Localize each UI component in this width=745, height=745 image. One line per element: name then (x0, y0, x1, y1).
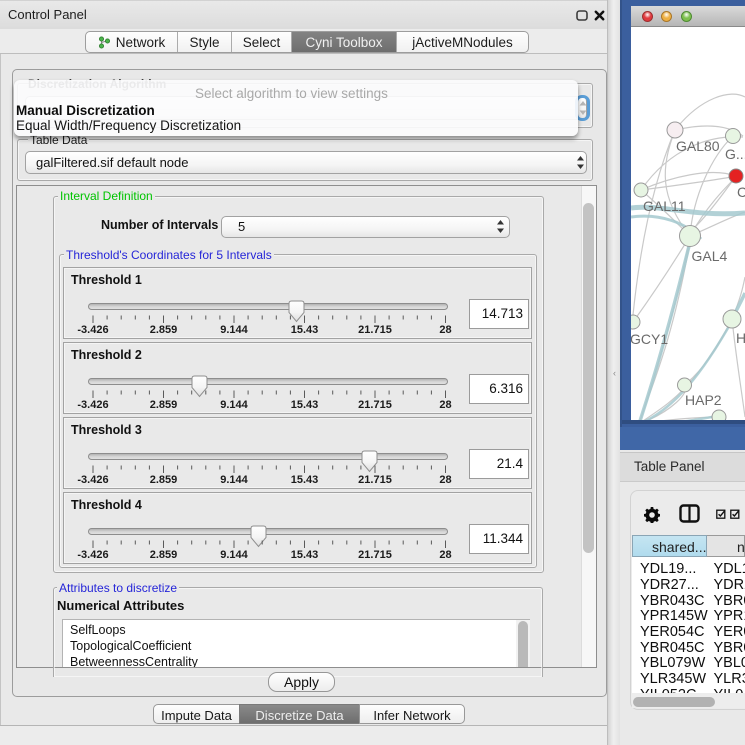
svg-text:G...: G... (725, 146, 745, 162)
svg-text:GCY1: GCY1 (631, 331, 668, 347)
svg-text:C: C (737, 184, 745, 200)
svg-text:GAL11: GAL11 (643, 198, 686, 214)
svg-text:HAP2: HAP2 (685, 392, 722, 408)
svg-text:GAL80: GAL80 (676, 138, 720, 154)
svg-text:H: H (736, 330, 745, 346)
svg-text:GAL4: GAL4 (692, 248, 728, 264)
